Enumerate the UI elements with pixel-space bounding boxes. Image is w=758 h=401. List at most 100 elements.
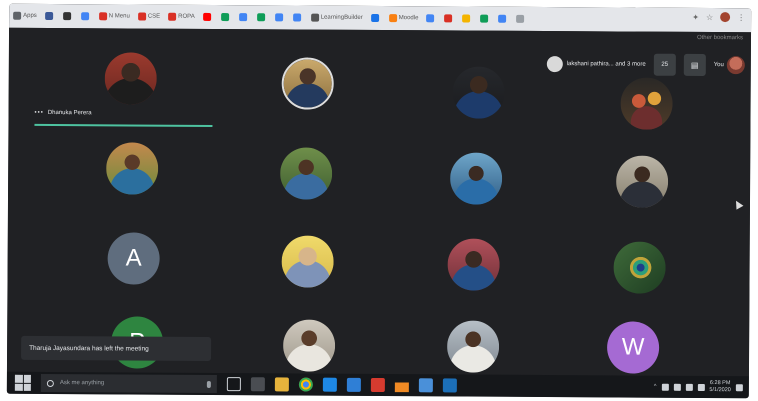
microphone-icon[interactable] bbox=[206, 380, 211, 388]
participant-photo bbox=[282, 319, 336, 372]
bookmark-item[interactable] bbox=[62, 12, 73, 21]
windows-taskbar: Ask me anything ^ 6:28 PM 5/1/2020 bbox=[6, 371, 749, 399]
task-view-icon[interactable] bbox=[226, 377, 241, 392]
participant-tile[interactable] bbox=[280, 147, 333, 200]
cortana-icon bbox=[46, 379, 54, 387]
bookmark-item[interactable] bbox=[44, 11, 55, 21]
app-icon bbox=[516, 14, 525, 23]
menu-icon[interactable]: ⋮ bbox=[737, 13, 745, 22]
bookmark-item[interactable]: LearningBuilder bbox=[310, 13, 363, 22]
bookmark-item[interactable] bbox=[220, 13, 231, 22]
self-view-chip[interactable]: You bbox=[714, 56, 745, 75]
pdf-reader-icon[interactable] bbox=[370, 377, 385, 393]
app-icon bbox=[80, 12, 89, 21]
participant-tile[interactable] bbox=[452, 66, 505, 119]
bookmark-item[interactable]: Moodle bbox=[388, 14, 419, 23]
participant-tile[interactable] bbox=[281, 57, 334, 110]
app-icon bbox=[462, 14, 471, 23]
avatar bbox=[546, 56, 563, 73]
docs-icon bbox=[238, 13, 247, 22]
bookmark-item[interactable] bbox=[426, 14, 436, 23]
gmail-icon bbox=[98, 12, 107, 21]
more-options-icon[interactable]: ••• bbox=[35, 110, 44, 116]
bookmark-icon bbox=[292, 13, 301, 22]
bookmark-item[interactable]: N Menu bbox=[98, 12, 130, 21]
taskbar-search-input[interactable]: Ask me anything bbox=[40, 373, 217, 394]
app-icon[interactable] bbox=[418, 378, 433, 393]
bookmark-item[interactable] bbox=[202, 12, 213, 21]
chat-button[interactable]: ▤ bbox=[683, 53, 706, 76]
apps-icon bbox=[13, 11, 22, 20]
file-explorer-icon[interactable] bbox=[274, 377, 289, 392]
bookmark-item[interactable] bbox=[498, 14, 508, 23]
app-icon bbox=[426, 14, 435, 23]
participant-tile[interactable] bbox=[449, 152, 503, 205]
bookmark-item[interactable] bbox=[80, 12, 91, 21]
app-icon[interactable] bbox=[346, 377, 361, 392]
chevron-up-icon[interactable]: ^ bbox=[654, 384, 657, 390]
participant-tile[interactable] bbox=[282, 319, 336, 372]
participant-photo bbox=[283, 59, 332, 108]
battery-icon[interactable] bbox=[673, 383, 681, 391]
bookmark-item[interactable] bbox=[444, 14, 454, 23]
network-icon[interactable] bbox=[661, 383, 669, 391]
app-icon[interactable] bbox=[250, 377, 265, 392]
chrome-icon[interactable] bbox=[298, 377, 313, 392]
bookmark-item[interactable]: ROPA bbox=[168, 12, 195, 21]
notifications-icon[interactable] bbox=[735, 383, 743, 391]
app-icon bbox=[498, 14, 507, 23]
bookmark-item[interactable] bbox=[516, 14, 526, 23]
participant-photo bbox=[106, 142, 159, 195]
bookmark-item[interactable] bbox=[238, 13, 249, 22]
windows-start-icon[interactable] bbox=[14, 374, 31, 391]
web-icon bbox=[370, 13, 379, 22]
drive-icon bbox=[220, 13, 229, 22]
moodle-icon bbox=[388, 14, 397, 23]
participant-photo bbox=[620, 77, 673, 130]
vscode-icon[interactable] bbox=[322, 377, 337, 392]
meeting-grid: ••• Dhanuka Perera A W lakshani pathira.… bbox=[6, 27, 752, 377]
bookmark-item[interactable] bbox=[480, 14, 490, 23]
participant-photo bbox=[104, 52, 157, 105]
participant-tile[interactable] bbox=[615, 155, 669, 208]
participant-photo bbox=[615, 155, 669, 208]
participant-tile[interactable] bbox=[620, 77, 673, 130]
avatar[interactable] bbox=[720, 12, 731, 23]
participant-tile[interactable] bbox=[106, 142, 159, 195]
participant-photo bbox=[280, 147, 333, 200]
bookmark-item[interactable] bbox=[462, 14, 472, 23]
bookmark-item[interactable]: Apps bbox=[13, 11, 37, 20]
app-icon bbox=[444, 14, 453, 23]
participant-tile[interactable] bbox=[613, 241, 666, 294]
keyboard-icon[interactable] bbox=[697, 383, 705, 391]
bookmark-item[interactable]: CSE bbox=[137, 12, 160, 21]
star-icon[interactable]: ☆ bbox=[706, 12, 713, 21]
participant-tile[interactable] bbox=[104, 52, 157, 105]
people-button[interactable]: 25 bbox=[653, 53, 676, 76]
bookmark-item[interactable] bbox=[292, 13, 303, 22]
volume-icon[interactable] bbox=[685, 383, 693, 391]
notification-toast: Tharuja Jayasundara has left the meeting bbox=[21, 335, 212, 361]
bookmark-item[interactable] bbox=[370, 13, 381, 22]
participants-chip[interactable]: lakshani pathira... and 3 more bbox=[546, 56, 646, 73]
other-bookmarks[interactable]: Other bookmarks bbox=[697, 35, 743, 41]
participant-tile[interactable] bbox=[446, 320, 500, 373]
app-icon[interactable] bbox=[442, 378, 457, 393]
participant-photo bbox=[452, 66, 505, 119]
extensions-icon[interactable]: ✦ bbox=[692, 12, 699, 21]
bookmark-item[interactable] bbox=[256, 13, 267, 22]
active-speaker-indicator bbox=[34, 123, 213, 127]
gmail-icon bbox=[168, 12, 177, 21]
vlc-icon[interactable] bbox=[394, 378, 409, 393]
calendar-icon bbox=[274, 13, 283, 22]
participant-tile[interactable] bbox=[281, 235, 334, 288]
bookmark-item[interactable] bbox=[274, 13, 285, 22]
avatar bbox=[726, 56, 745, 75]
participant-avatar-letter[interactable]: W bbox=[606, 321, 660, 374]
taskbar-clock[interactable]: 6:28 PM 5/1/2020 bbox=[709, 380, 731, 394]
participant-avatar-letter[interactable]: A bbox=[107, 232, 160, 285]
browser-toolbar-right: ✦ ☆ ⋮ bbox=[692, 12, 745, 23]
gmail-icon bbox=[137, 12, 146, 21]
people-count: 25 bbox=[661, 61, 669, 68]
participant-tile[interactable] bbox=[447, 238, 500, 291]
